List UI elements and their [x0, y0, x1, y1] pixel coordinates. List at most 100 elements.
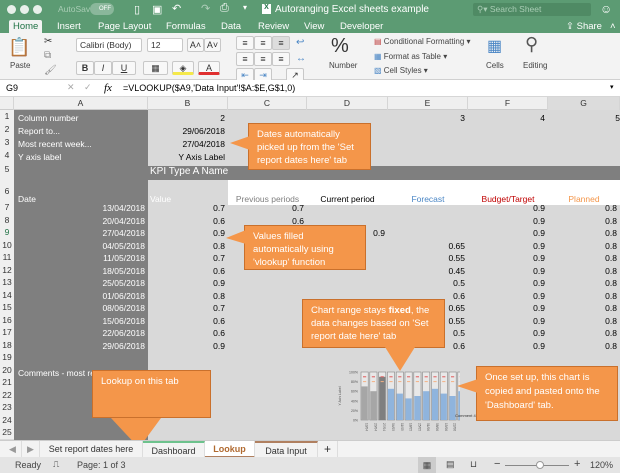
prev-sheet-icon[interactable]: ◀ [4, 441, 22, 458]
name-box[interactable]: G9 [6, 83, 18, 93]
row-header-14[interactable]: 14 [0, 288, 14, 301]
zoom-slider-handle[interactable] [536, 461, 545, 469]
cell-f11[interactable]: 0.9 [468, 253, 545, 263]
worksheet-grid[interactable]: 1 2 3 4 5 6 7 8 9 10 11 12 13 14 15 16 17 18 19 20 21 22 23 24 2… [0, 110, 620, 448]
search-sheet-input[interactable]: ⚲▾ Search Sheet [473, 3, 591, 16]
number-label[interactable]: Number [329, 61, 357, 70]
cell-f9[interactable]: 0.9 [468, 228, 545, 238]
row-header-10[interactable]: 10 [0, 238, 14, 251]
expand-formula-icon[interactable]: ▾ [610, 83, 614, 91]
column-header-g[interactable]: G [548, 97, 620, 110]
sidebar-toggle-icon[interactable]: ▯ [134, 3, 140, 16]
cell-g8[interactable]: 0.8 [548, 216, 617, 226]
column-header-a[interactable]: A [14, 97, 148, 110]
row-header-17[interactable]: 17 [0, 326, 14, 339]
tab-view[interactable]: View [300, 20, 328, 33]
kpi-chart[interactable]: 100% 80% 60% 40% 20% 0% Y Axis Label 13/04 20/04… [335, 368, 460, 440]
cell-a13[interactable]: 25/05/2018 [14, 278, 145, 288]
cell-b8[interactable]: 0.6 [148, 216, 225, 226]
cell-a11[interactable]: 11/05/2018 [14, 253, 145, 263]
row-header-4[interactable]: 4 [0, 149, 14, 162]
cell-styles-button[interactable]: ▧ Cell Styles ▾ [374, 66, 428, 75]
cell-c7[interactable]: 0.7 [228, 203, 304, 213]
page-break-view-icon[interactable]: ⊔ [470, 459, 477, 470]
row-header-22[interactable]: 22 [0, 388, 14, 401]
align-right-icon[interactable]: ≡ [272, 52, 290, 66]
cell-g14[interactable]: 0.8 [548, 291, 617, 301]
row-header-13[interactable]: 13 [0, 276, 14, 289]
cell-d6-current-period[interactable]: Current period [307, 194, 388, 204]
redo-icon[interactable]: ↷ [201, 2, 210, 15]
cell-a9[interactable]: 27/04/2018 [14, 228, 145, 238]
row-header-23[interactable]: 23 [0, 401, 14, 414]
cancel-icon[interactable]: ✕ [67, 82, 75, 93]
user-feedback-icon[interactable]: ☺ [600, 2, 612, 16]
cell-a1[interactable]: Column number [18, 113, 78, 123]
tab-insert[interactable]: Insert [53, 20, 85, 33]
zoom-in-button[interactable]: + [574, 458, 580, 470]
collapse-ribbon-icon[interactable]: ˄ [606, 20, 620, 33]
select-all-corner[interactable] [0, 97, 14, 110]
paste-icon[interactable]: 📋 [8, 37, 30, 58]
cell-e10[interactable]: 0.65 [388, 241, 465, 251]
cell-b16[interactable]: 0.6 [148, 316, 225, 326]
customize-toolbar-icon[interactable]: ▾ [243, 3, 247, 12]
row-header-9[interactable]: 9 [0, 226, 14, 239]
row-header-5[interactable]: 5 [0, 162, 14, 176]
cell-g17[interactable]: 0.8 [548, 328, 617, 338]
cell-g1[interactable]: 5 [550, 113, 620, 123]
align-left-icon[interactable]: ≡ [236, 52, 254, 66]
next-sheet-icon[interactable]: ▶ [22, 441, 40, 458]
font-size-select[interactable]: 12 [147, 38, 183, 52]
tab-developer[interactable]: Developer [336, 20, 387, 33]
cell-a15[interactable]: 08/06/2018 [14, 303, 145, 313]
cell-f15[interactable]: 0.9 [468, 303, 545, 313]
enter-icon[interactable]: ✓ [84, 82, 92, 93]
row-header-21[interactable]: 21 [0, 376, 14, 389]
add-sheet-button[interactable]: + [318, 441, 338, 458]
row-header-7[interactable]: 7 [0, 201, 14, 214]
cell-f16[interactable]: 0.9 [468, 316, 545, 326]
cell-b2[interactable]: 29/06/2018 [150, 126, 225, 136]
cell-e13[interactable]: 0.5 [388, 278, 465, 288]
save-icon[interactable]: ▣ [152, 3, 162, 16]
cell-a17[interactable]: 22/06/2018 [14, 328, 145, 338]
align-middle-icon[interactable]: ≡ [254, 36, 272, 50]
cell-f1[interactable]: 4 [470, 113, 545, 123]
row-header-3[interactable]: 3 [0, 136, 14, 149]
normal-view-icon[interactable]: ▦ [418, 457, 436, 473]
tab-formulas[interactable]: Formulas [162, 20, 210, 33]
conditional-formatting-button[interactable]: ▤ Conditional Formatting ▾ [374, 37, 471, 46]
cell-a12[interactable]: 18/05/2018 [14, 266, 145, 276]
close-window-button[interactable] [7, 5, 16, 14]
cell-e12[interactable]: 0.45 [388, 266, 465, 276]
italic-button[interactable]: I [94, 61, 112, 75]
maximize-window-button[interactable] [33, 5, 42, 14]
row-header-1[interactable]: 1 [0, 110, 14, 123]
cell-b6[interactable]: Value [150, 194, 171, 204]
column-header-b[interactable]: B [148, 97, 228, 110]
cell-b1[interactable]: 2 [150, 113, 225, 123]
cell-e6-forecast[interactable]: Forecast [388, 194, 468, 204]
underline-button[interactable]: U [112, 61, 136, 75]
cell-a8[interactable]: 20/04/2018 [14, 216, 145, 226]
cell-f8[interactable]: 0.9 [468, 216, 545, 226]
function-icon[interactable]: fx [104, 82, 112, 94]
cell-g18[interactable]: 0.8 [548, 341, 617, 351]
align-center-icon[interactable]: ≡ [254, 52, 272, 66]
autosave-toggle[interactable]: OFF [90, 3, 114, 15]
row-header-18[interactable]: 18 [0, 338, 14, 351]
column-header-d[interactable]: D [307, 97, 388, 110]
minimize-window-button[interactable] [20, 5, 29, 14]
cell-a18[interactable]: 29/06/2018 [14, 341, 145, 351]
sheet-tab-data-input[interactable]: Data Input [255, 441, 318, 458]
format-painter-icon[interactable]: 🖌 [44, 65, 57, 76]
cells-icon[interactable]: ▦ [487, 36, 502, 56]
cell-b14[interactable]: 0.8 [148, 291, 225, 301]
cells-label[interactable]: Cells [486, 61, 504, 70]
cell-f10[interactable]: 0.9 [468, 241, 545, 251]
cell-b17[interactable]: 0.6 [148, 328, 225, 338]
cell-g13[interactable]: 0.8 [548, 278, 617, 288]
cell-c8[interactable]: 0.6 [228, 216, 304, 226]
cell-b4[interactable]: Y Axis Label [150, 152, 225, 162]
